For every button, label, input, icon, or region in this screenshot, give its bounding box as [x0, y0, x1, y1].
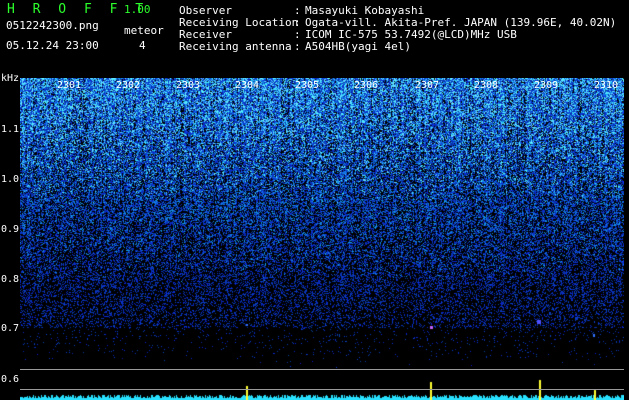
y-tick: 0.7 [1, 323, 20, 334]
antenna-value: A504HB(yagi 4el) [305, 40, 411, 53]
x-tick: 2306 [354, 80, 379, 91]
y-tick: 0.9 [1, 224, 20, 235]
x-tick: 2303 [176, 80, 201, 91]
x-tick: 2302 [116, 80, 141, 91]
y-tick: 1.1 [1, 124, 20, 135]
x-tick: 2304 [235, 80, 260, 91]
y-tick: 0.6 [1, 374, 20, 385]
file-name: 0512242300.png [6, 19, 99, 32]
y-tick: 1.0 [1, 174, 20, 185]
antenna-colon: : [294, 40, 301, 53]
x-tick: 2309 [534, 80, 559, 91]
hline-lower [20, 389, 624, 390]
x-tick: 2307 [415, 80, 440, 91]
antenna-label: Receiving antenna [179, 40, 292, 53]
spectrogram [20, 78, 624, 400]
y-tick: 0.8 [1, 274, 20, 285]
date-time: 05.12.24 23:00 [6, 39, 99, 52]
app-version: 1.00 [124, 3, 151, 16]
hline-upper [20, 369, 624, 370]
mode-label: meteor [124, 24, 164, 37]
meteor-count: 4 [139, 39, 146, 52]
x-tick: 2308 [474, 80, 499, 91]
x-tick: 2305 [295, 80, 320, 91]
x-tick: 2301 [57, 80, 82, 91]
y-axis-unit: kHz [1, 73, 20, 84]
x-tick: 2310 [594, 80, 619, 91]
